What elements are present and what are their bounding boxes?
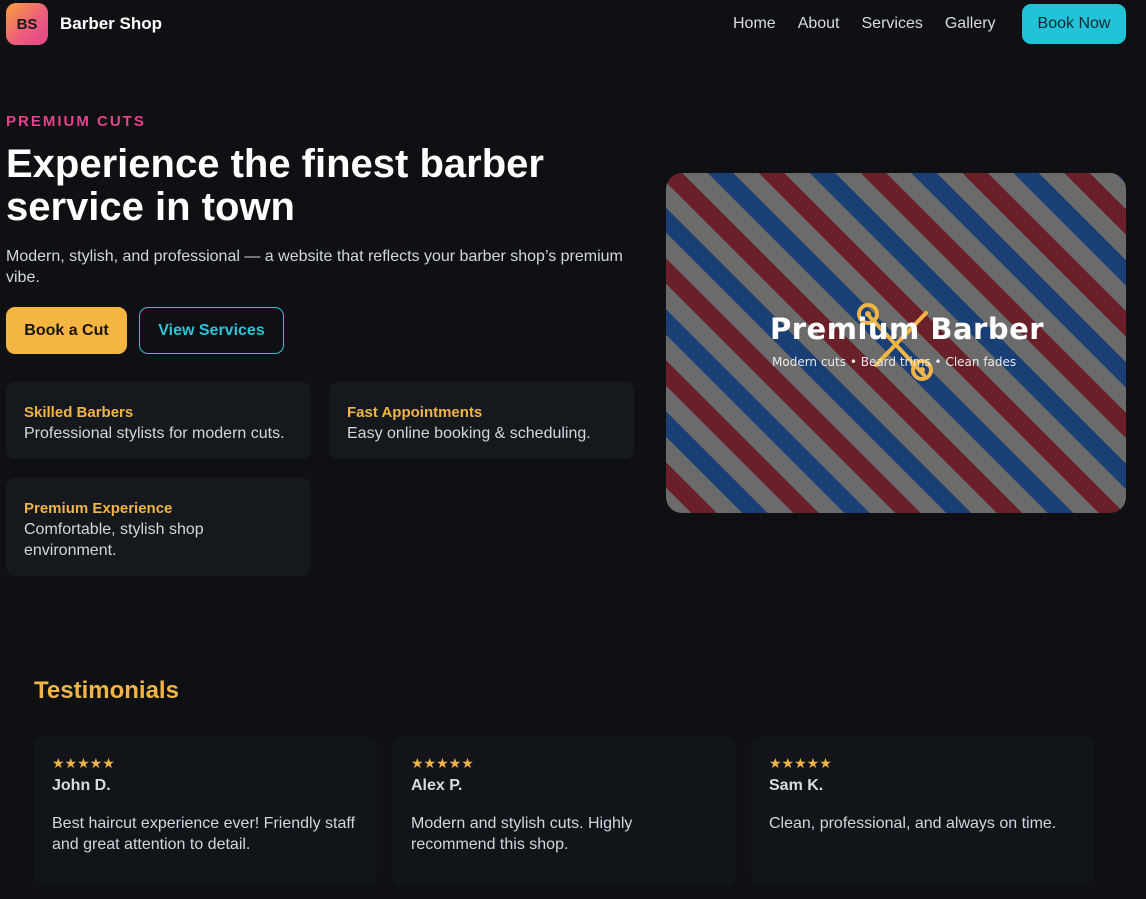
hero-image-subtitle: Modern cuts • Beard trims • Clean fades — [772, 355, 1017, 369]
testimonials-heading: Testimonials — [34, 677, 179, 704]
hero-title: Experience the finest barber service in … — [6, 142, 544, 229]
feature-title: Premium Experience — [24, 500, 173, 517]
nav-link-services[interactable]: Services — [862, 15, 923, 33]
hero-image: Premium Barber Modern cuts • Beard trims… — [666, 173, 1126, 513]
logo-badge[interactable]: BS — [6, 3, 48, 45]
feature-title: Fast Appointments — [347, 404, 483, 421]
testimonial-quote: Best haircut experience ever! Friendly s… — [52, 815, 355, 853]
nav-link-home[interactable]: Home — [733, 15, 776, 33]
testimonial-name: Sam K. — [769, 777, 824, 794]
nav-link-gallery[interactable]: Gallery — [945, 15, 996, 33]
hero-image-title: Premium Barber — [770, 312, 1045, 346]
star-rating-icon: ★★★★★ — [769, 755, 832, 771]
view-services-button[interactable]: View Services — [139, 307, 284, 354]
testimonial-name: John D. — [52, 777, 111, 794]
hero-eyebrow: PREMIUM CUTS — [6, 113, 146, 130]
brand-name[interactable]: Barber Shop — [60, 14, 162, 34]
book-now-button[interactable]: Book Now — [1022, 4, 1126, 44]
top-nav: BS Barber Shop Home About Services Galle… — [0, 0, 1146, 48]
testimonial-card: ★★★★★ Alex P. Modern and stylish cuts. H… — [393, 736, 736, 886]
feature-card-premium-experience: Premium Experience Comfortable, stylish … — [6, 478, 311, 576]
feature-desc: Easy online booking & scheduling. — [347, 425, 591, 442]
star-rating-icon: ★★★★★ — [411, 755, 474, 771]
nav-link-about[interactable]: About — [798, 15, 840, 33]
feature-card-fast-appointments: Fast Appointments Easy online booking & … — [329, 382, 634, 459]
feature-title: Skilled Barbers — [24, 404, 134, 421]
testimonial-name: Alex P. — [411, 777, 463, 794]
hero-subtitle: Modern, stylish, and professional — a we… — [6, 248, 623, 286]
testimonial-card: ★★★★★ Sam K. Clean, professional, and al… — [751, 736, 1094, 886]
nav-links: Home About Services Gallery — [733, 15, 1018, 33]
testimonial-card: ★★★★★ John D. Best haircut experience ev… — [34, 736, 377, 886]
feature-desc: Professional stylists for modern cuts. — [24, 425, 285, 442]
page: BS Barber Shop Home About Services Galle… — [0, 0, 1146, 899]
feature-card-skilled-barbers: Skilled Barbers Professional stylists fo… — [6, 382, 311, 459]
feature-desc: Comfortable, stylish shop environment. — [24, 521, 204, 559]
book-a-cut-button[interactable]: Book a Cut — [6, 307, 127, 354]
testimonial-quote: Clean, professional, and always on time. — [769, 815, 1057, 832]
testimonial-quote: Modern and stylish cuts. Highly recommen… — [411, 815, 633, 853]
star-rating-icon: ★★★★★ — [52, 755, 115, 771]
